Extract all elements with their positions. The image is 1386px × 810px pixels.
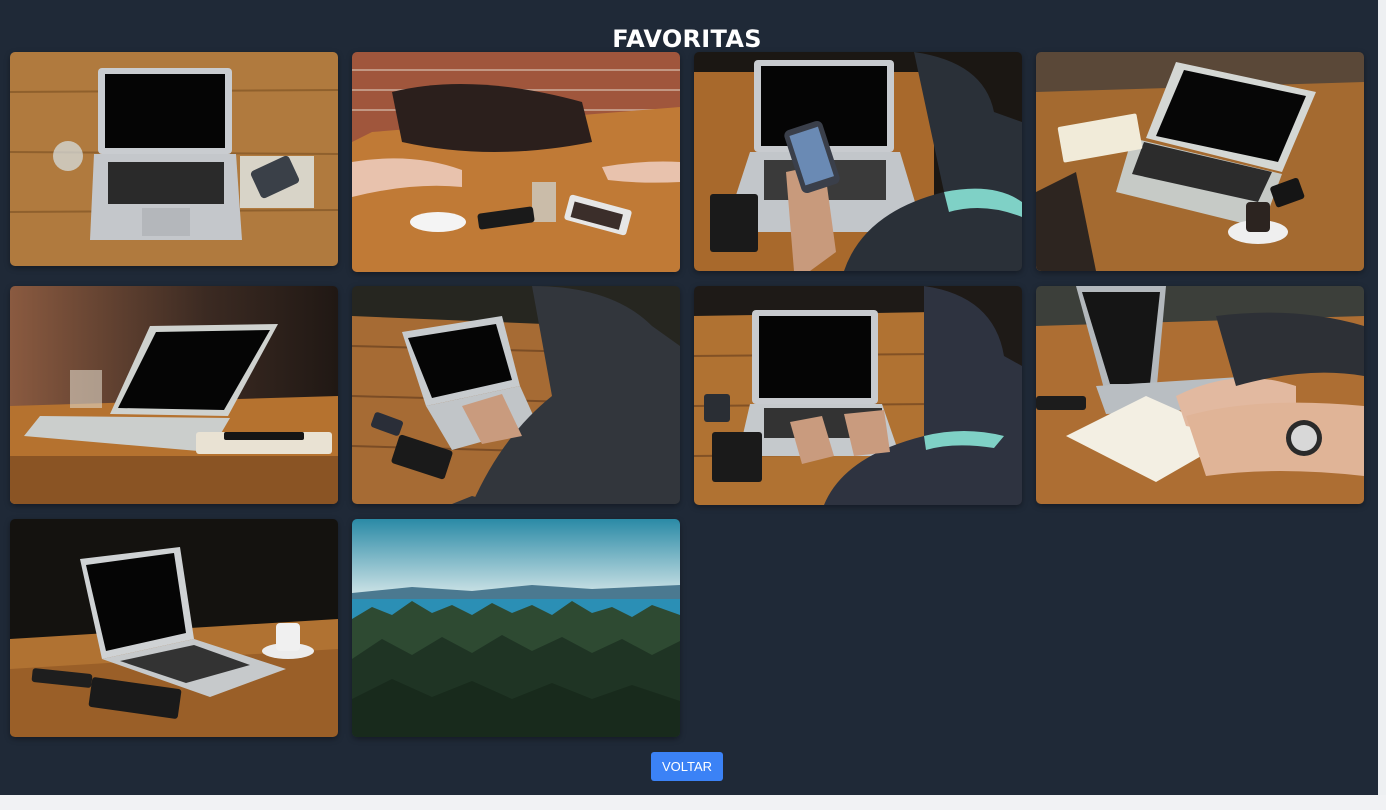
favorite-photo-7[interactable] [694,286,1022,505]
page-title: FAVORITAS [612,25,762,54]
favorite-photo-6[interactable] [352,286,680,504]
photo-laptop-coffee-dark [10,519,338,737]
photo-laptop-warm-light [10,286,338,504]
favorite-photo-2[interactable] [352,52,680,272]
favorite-photo-8[interactable] [1036,286,1364,504]
favorite-photo-10[interactable] [352,519,680,737]
photo-meeting-table [352,52,680,272]
photo-forest-lake [352,519,680,737]
favorite-photo-5[interactable] [10,286,338,504]
favorite-photo-3[interactable] [694,52,1022,271]
favorite-photo-4[interactable] [1036,52,1364,271]
photo-laptop-table [10,52,338,266]
favorite-photo-9[interactable] [10,519,338,737]
photo-laptop-notebook-coffee [1036,52,1364,271]
photo-man-typing-outdoors [352,286,680,504]
photo-man-typing-table [694,286,1022,505]
page-bottom-edge [0,795,1386,810]
photo-man-phone-laptop [694,52,1022,271]
photo-hand-writing-notebook [1036,286,1364,504]
back-button[interactable]: VOLTAR [651,752,723,781]
favorites-page: FAVORITAS VOLTAR [0,0,1378,795]
favorite-photo-1[interactable] [10,52,338,266]
